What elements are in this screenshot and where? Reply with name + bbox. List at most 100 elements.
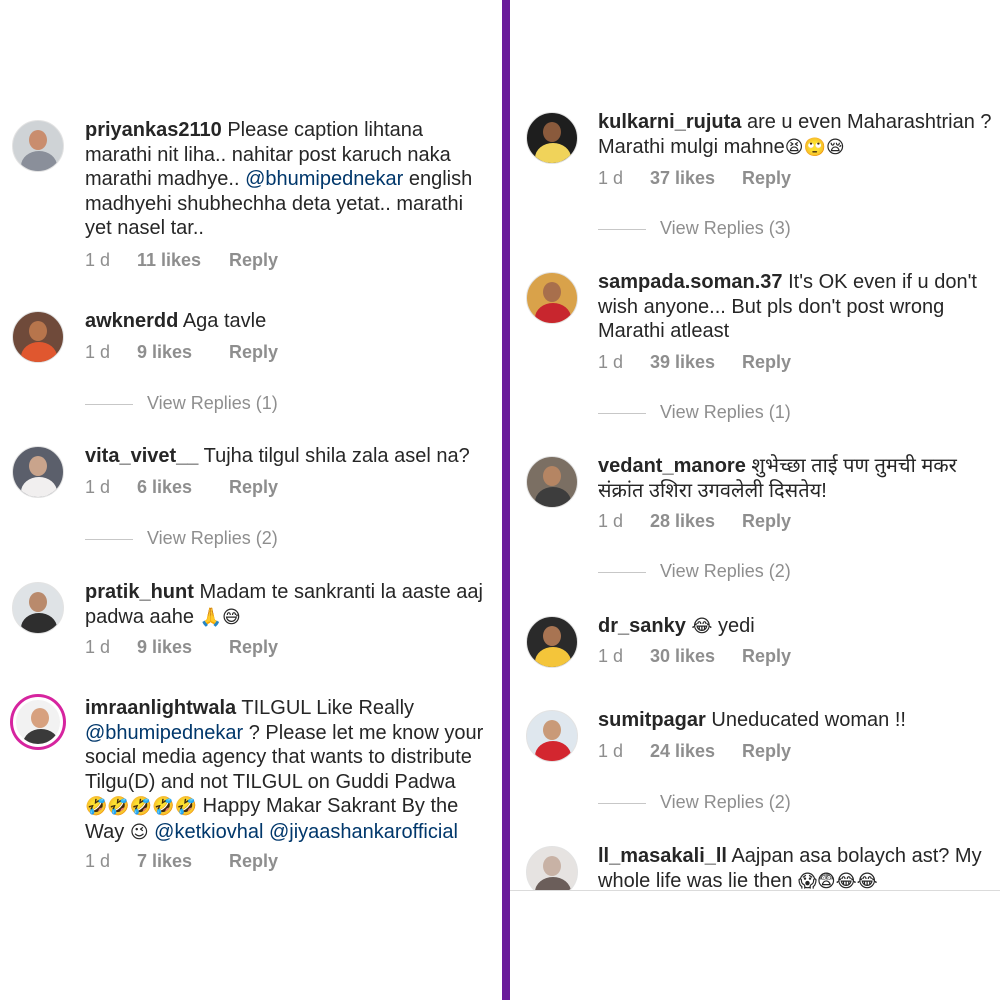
username[interactable]: awknerdd — [85, 310, 178, 332]
avatar-face — [543, 466, 561, 486]
view-replies-label: View Replies (1) — [660, 402, 791, 422]
avatar[interactable] — [526, 710, 578, 762]
comment-meta: 1 d 28 likes Reply — [598, 511, 791, 532]
timestamp: 1 d — [85, 477, 111, 497]
likes-count[interactable]: 11 likes — [137, 250, 229, 271]
comment-text-segment: whole life was lie then — [598, 869, 799, 892]
avatar-with-story-ring[interactable] — [13, 697, 63, 747]
username[interactable]: kulkarni_rujuta — [598, 111, 741, 133]
likes-count[interactable]: 30 likes — [650, 646, 742, 667]
reply-button[interactable]: Reply — [229, 342, 278, 363]
mention-link[interactable]: @ketkiovhal — [154, 821, 263, 843]
comment-meta: 1 d 39 likes Reply — [598, 352, 791, 373]
username[interactable]: priyankas2110 — [85, 119, 222, 141]
avatar-body — [535, 303, 571, 323]
comment-text-segment: social media agency that wants to distri… — [85, 746, 472, 768]
comment-text: priyankas2110 Please caption lihtana mar… — [85, 118, 495, 241]
avatar[interactable] — [12, 446, 64, 498]
username[interactable]: sampada.soman.37 — [598, 271, 783, 293]
comment-text-segment: TILGUL Like Really — [241, 697, 415, 719]
comment-text-segment: marathi nit liha.. nahitar post karuch n… — [85, 143, 451, 166]
likes-count[interactable]: 7 likes — [137, 851, 229, 872]
view-replies-button[interactable]: View Replies (1) — [85, 393, 278, 414]
avatar-face — [29, 592, 47, 612]
avatar-face — [543, 856, 561, 876]
avatar[interactable] — [526, 456, 578, 508]
comment-text-segment: yedi — [718, 615, 755, 637]
comment-text: vedant_manore शुभेच्छा ताई पण तुमची मकर … — [598, 454, 998, 503]
likes-count[interactable]: 24 likes — [650, 741, 742, 762]
mention-link[interactable]: @bhumipednekar — [85, 722, 243, 744]
comment-meta: 1 d 24 likes Reply — [598, 741, 791, 762]
comment-text-segment: It's OK even if u don't — [788, 271, 977, 293]
avatar-body — [535, 487, 571, 507]
comment-text-segment: padwa aahe — [85, 605, 194, 628]
avatar-face — [543, 626, 561, 646]
likes-count[interactable]: 9 likes — [137, 637, 229, 658]
view-replies-button[interactable]: View Replies (3) — [598, 218, 791, 239]
comment-text-segment: yet nasel tar.. — [85, 217, 204, 239]
avatar-body — [21, 477, 57, 497]
avatar-body — [23, 729, 59, 744]
comment-text: vita_vivet__ Tujha tilgul shila zala ase… — [85, 444, 495, 469]
divider — [598, 802, 646, 804]
likes-count[interactable]: 6 likes — [137, 477, 229, 498]
comment-text: sumitpagar Uneducated woman !! — [598, 708, 998, 733]
comment-text-segment: Aajpan asa bolaych ast? My — [731, 845, 982, 867]
username[interactable]: pratik_hunt — [85, 581, 194, 603]
avatar-face — [31, 708, 49, 728]
reply-button[interactable]: Reply — [742, 511, 791, 532]
reply-button[interactable]: Reply — [229, 851, 278, 872]
divider — [598, 571, 646, 573]
likes-count[interactable]: 37 likes — [650, 168, 742, 189]
avatar-body — [21, 613, 57, 633]
avatar[interactable] — [526, 272, 578, 324]
username[interactable]: dr_sanky — [598, 615, 686, 637]
likes-count[interactable]: 9 likes — [137, 342, 229, 363]
timestamp: 1 d — [598, 168, 624, 188]
reply-button[interactable]: Reply — [742, 646, 791, 667]
avatar[interactable] — [526, 112, 578, 164]
view-replies-button[interactable]: View Replies (2) — [85, 528, 278, 549]
view-replies-label: View Replies (1) — [147, 393, 278, 413]
avatar-body — [535, 143, 571, 163]
divider — [85, 538, 133, 540]
reply-button[interactable]: Reply — [229, 477, 278, 498]
bottom-divider — [510, 890, 1000, 891]
username[interactable]: vedant_manore — [598, 455, 746, 477]
comment-text-segment: Way — [85, 820, 130, 843]
likes-count[interactable]: 39 likes — [650, 352, 742, 373]
comment-text-segment: शुभेच्छा ताई पण तुमची मकर — [751, 455, 957, 477]
timestamp: 1 d — [85, 851, 111, 871]
avatar[interactable] — [526, 616, 578, 668]
username[interactable]: ll_masakali_ll — [598, 845, 727, 867]
view-replies-button[interactable]: View Replies (2) — [598, 561, 791, 582]
avatar-face — [29, 130, 47, 150]
reply-button[interactable]: Reply — [742, 168, 791, 189]
avatar[interactable] — [12, 582, 64, 634]
timestamp: 1 d — [598, 646, 624, 666]
reply-button[interactable]: Reply — [229, 637, 278, 658]
avatar-body — [21, 151, 57, 171]
view-replies-button[interactable]: View Replies (1) — [598, 402, 791, 423]
reply-button[interactable]: Reply — [229, 250, 278, 271]
comment-text-segment: Marathi atleast — [598, 320, 730, 342]
view-replies-button[interactable]: View Replies (2) — [598, 792, 791, 813]
avatar[interactable] — [12, 311, 64, 363]
username[interactable]: imraanlightwala — [85, 697, 236, 719]
comment-text: pratik_hunt Madam te sankranti la aaste … — [85, 580, 495, 630]
username[interactable]: sumitpagar — [598, 709, 706, 731]
emoji: 😉 — [129, 821, 149, 843]
avatar[interactable] — [12, 120, 64, 172]
reply-button[interactable]: Reply — [742, 352, 791, 373]
likes-count[interactable]: 28 likes — [650, 511, 742, 532]
comment-text-segment: are u even Maharashtrian ? — [746, 111, 992, 133]
comment-text-segment: Tilgu(D) and not TILGUL on Guddi Padwa — [85, 770, 456, 793]
mention-link[interactable]: @bhumipednekar — [245, 168, 403, 190]
username[interactable]: vita_vivet__ — [85, 445, 198, 467]
divider — [598, 228, 646, 230]
comment-text-segment: Please caption lihtana — [227, 119, 424, 141]
mention-link[interactable]: @jiyaashankarofficial — [269, 821, 458, 843]
reply-button[interactable]: Reply — [742, 741, 791, 762]
comment-text-segment: Madam te sankranti la aaste aaj — [199, 581, 483, 603]
